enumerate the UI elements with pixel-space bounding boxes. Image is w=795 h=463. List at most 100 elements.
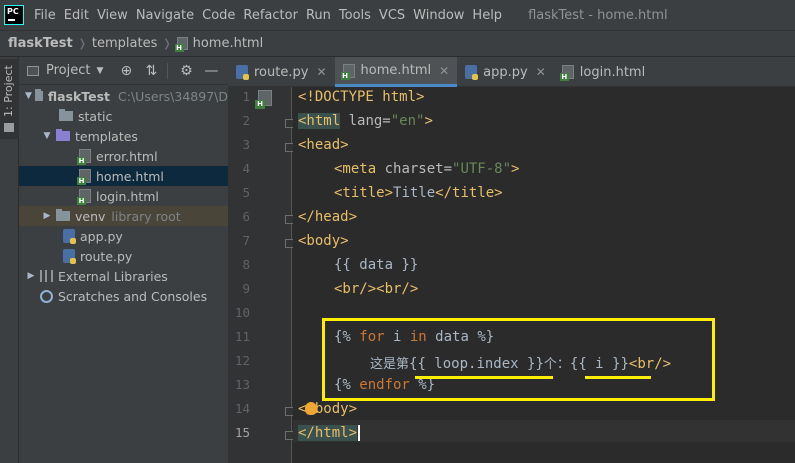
breadcrumb-file[interactable]: home.html [193, 36, 264, 51]
line-number: 1 [242, 89, 250, 104]
line-number: 10 [234, 305, 250, 320]
window-title: flaskTest - home.html [528, 7, 668, 23]
python-file-icon [63, 229, 76, 244]
line-number: 11 [234, 329, 250, 344]
tree-item-login-html[interactable]: login.html [19, 186, 228, 206]
folder-icon [4, 123, 14, 132]
code-line-5: <title>Title</title> [334, 185, 503, 201]
code-line-2: <html lang="en"> [298, 113, 433, 129]
expand-right-icon[interactable]: ▶ [41, 211, 53, 221]
folder-icon [34, 89, 43, 101]
tree-item-home-html[interactable]: home.html [19, 166, 228, 186]
html-file-icon [255, 90, 272, 109]
menu-edit[interactable]: Edit [60, 8, 93, 23]
close-icon[interactable]: ✕ [536, 65, 546, 79]
tab-label: login.html [579, 64, 646, 80]
menu-file[interactable]: File [30, 8, 60, 23]
tab-label: app.py [483, 64, 528, 80]
library-icon [40, 270, 53, 282]
breadcrumb-folder[interactable]: templates [92, 36, 157, 51]
menu-bar: PC File Edit View Navigate Code Refactor… [0, 0, 795, 30]
project-panel: Project ▼ ⊕ ⇅ ⚙ — ▼ flaskTest C:\Users\3… [19, 57, 228, 463]
tree-item-label: External Libraries [58, 268, 168, 284]
menu-navigate[interactable]: Navigate [132, 8, 198, 23]
html-file-icon [77, 149, 91, 165]
python-file-icon [63, 249, 76, 264]
toolbar-divider [167, 62, 169, 79]
gear-icon[interactable]: ⚙ [179, 63, 193, 79]
line-number: 14 [234, 401, 250, 416]
expand-down-icon[interactable]: ▼ [25, 91, 32, 101]
code-line-9: <br/><br/> [334, 281, 419, 297]
html-file-icon [77, 169, 91, 185]
tool-window-strip: 1: Project [0, 57, 19, 463]
menu-view[interactable]: View [93, 8, 132, 23]
tab-label: home.html [360, 63, 432, 78]
tree-item-label: templates [75, 128, 138, 144]
tree-item-root[interactable]: ▼ flaskTest C:\Users\34897\D [19, 86, 228, 106]
line-number: 13 [234, 377, 250, 392]
tree-item-label: venv [75, 208, 106, 224]
collapse-all-icon[interactable]: ⇅ [144, 63, 158, 79]
project-view-icon [27, 65, 39, 76]
line-number: 8 [242, 257, 250, 272]
close-icon[interactable]: ✕ [316, 65, 326, 79]
html-file-icon [77, 189, 91, 205]
folder-icon [56, 129, 70, 141]
tree-item-app-py[interactable]: app.py [19, 226, 228, 246]
tab-app-py[interactable]: app.py ✕ [457, 57, 554, 87]
tree-item-label: route.py [80, 248, 133, 264]
tree-item-hint: library root [111, 208, 181, 224]
tree-item-static[interactable]: static [19, 106, 228, 126]
tab-login-html[interactable]: login.html [554, 57, 653, 87]
tab-home-html[interactable]: home.html ✕ [334, 57, 458, 87]
locate-icon[interactable]: ⊕ [119, 63, 133, 79]
tab-label: route.py [254, 64, 309, 80]
project-view-selector[interactable]: Project [46, 63, 90, 78]
line-number: 4 [242, 161, 250, 176]
tree-item-templates[interactable]: ▼ templates [19, 126, 228, 146]
code-editor[interactable]: <!DOCTYPE html> <html lang="en"> <head> … [293, 87, 795, 463]
project-tool-tab[interactable]: 1: Project [0, 59, 19, 139]
menu-refactor[interactable]: Refactor [239, 8, 302, 23]
expand-right-icon[interactable]: ▶ [25, 271, 37, 281]
project-panel-header: Project ▼ ⊕ ⇅ ⚙ — [19, 57, 228, 85]
project-tool-label: 1: Project [2, 65, 15, 117]
breadcrumb-project[interactable]: flaskTest [8, 36, 73, 51]
pycharm-logo-icon: PC [4, 5, 24, 25]
minimize-icon[interactable]: — [204, 63, 218, 79]
underline-annotation [585, 376, 651, 379]
tree-item-error-html[interactable]: error.html [19, 146, 228, 166]
tree-item-external-libraries[interactable]: ▶ External Libraries [19, 266, 228, 286]
current-line-highlight [293, 420, 795, 442]
tree-item-label: static [78, 108, 113, 124]
line-number: 9 [242, 281, 250, 296]
close-icon[interactable]: ✕ [439, 64, 449, 78]
editor-tab-bar: route.py ✕ home.html ✕ app.py ✕ login.ht… [228, 57, 795, 87]
python-file-icon [236, 65, 249, 80]
tree-item-venv[interactable]: ▶ venv library root [19, 206, 228, 226]
menu-code[interactable]: Code [198, 8, 239, 23]
code-line-7: <body> [298, 233, 349, 249]
tree-item-route-py[interactable]: route.py [19, 246, 228, 266]
menu-window[interactable]: Window [409, 8, 468, 23]
code-line-8: {{ data }} [334, 257, 419, 273]
menu-tools[interactable]: Tools [335, 8, 375, 23]
chevron-right-icon: ❭ [162, 37, 172, 50]
tree-item-label: app.py [80, 228, 123, 244]
lightbulb-icon[interactable] [305, 402, 317, 415]
tab-route-py[interactable]: route.py ✕ [228, 57, 335, 87]
folder-icon [56, 209, 70, 221]
tree-item-label: error.html [96, 148, 158, 164]
menu-help[interactable]: Help [468, 8, 506, 23]
tree-item-scratches[interactable]: Scratches and Consoles [19, 286, 228, 306]
caret-down-icon[interactable]: ▼ [96, 66, 103, 76]
expand-down-icon[interactable]: ▼ [41, 131, 53, 141]
tree-item-label: Scratches and Consoles [58, 288, 208, 304]
menu-vcs[interactable]: VCS [375, 8, 409, 23]
line-number: 2 [242, 113, 250, 128]
menu-run[interactable]: Run [302, 8, 335, 23]
line-number: 3 [242, 137, 250, 152]
code-line-6: </head> [298, 209, 358, 225]
chevron-right-icon: ❭ [77, 37, 87, 50]
